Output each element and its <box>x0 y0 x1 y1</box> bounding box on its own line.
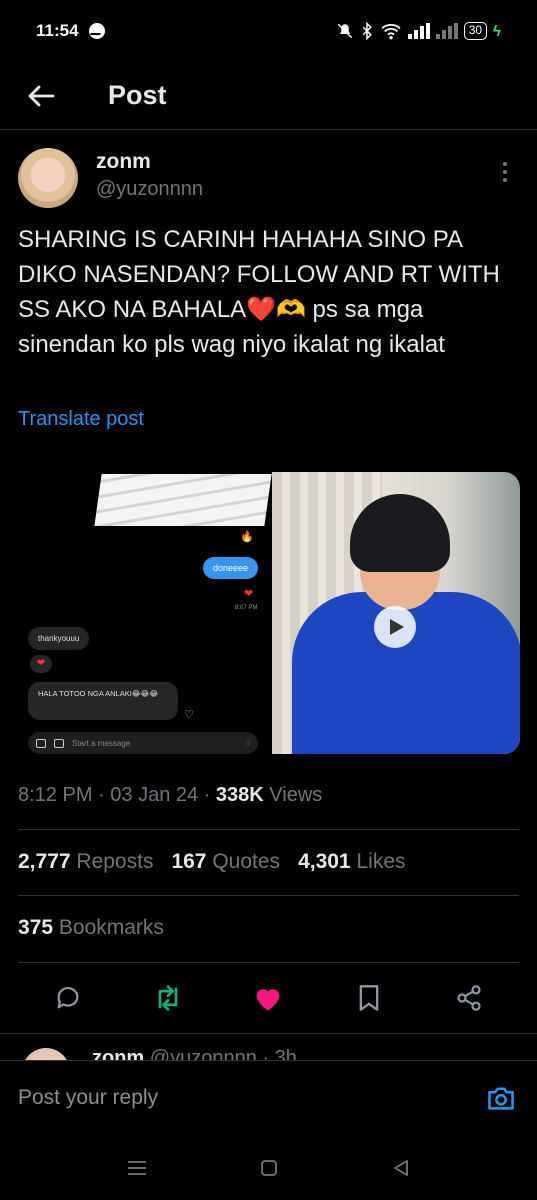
reply-composer: Post your reply <box>0 1060 537 1135</box>
divider <box>18 829 519 830</box>
status-icons: 30 ϟ <box>336 22 501 40</box>
more-icon <box>503 162 507 166</box>
bookmark-button[interactable] <box>349 978 389 1018</box>
status-time: 11:54 <box>36 21 79 40</box>
top-app-bar: Post <box>0 62 537 130</box>
bookmarks-stat[interactable]: 375 Bookmarks <box>18 916 164 940</box>
reply-author-name: zonm <box>92 1047 145 1060</box>
quotes-count: 167 <box>171 850 207 873</box>
like-button[interactable] <box>248 978 288 1018</box>
gif-icon <box>54 738 64 748</box>
chat-bubble-incoming-2: HALA TOTOO NGA ANLAKI😂😂😂 <box>28 682 178 720</box>
page-title: Post <box>108 80 167 110</box>
repost-icon <box>158 985 178 1011</box>
likes-stat[interactable]: 4,301 Likes <box>298 850 405 874</box>
redaction-scribble <box>94 474 272 526</box>
chat-bubble-outgoing: doneeee <box>203 557 259 579</box>
author-display-name[interactable]: zonm <box>96 150 151 174</box>
divider <box>18 895 519 896</box>
fire-emoji: 🔥 <box>240 531 254 543</box>
bookmark-icon <box>359 985 378 1011</box>
image-icon <box>36 738 46 748</box>
post-time: 8:12 PM <box>18 784 93 806</box>
chat-input-placeholder: Start a message <box>72 738 131 748</box>
post-media: 🔥 doneeee ❤ 8:07 PM thankyouuu ❤ HALA TO… <box>18 472 520 754</box>
post-timestamp: 8:12 PM · 03 Jan 24 · 338K Views <box>18 784 323 806</box>
avatar <box>22 1048 70 1060</box>
views-count: 338K <box>215 784 264 806</box>
post-author: zonm @yuzonnnn <box>18 148 518 212</box>
post-text: SHARING IS CARINH HAHAHA SINO PA DIKO NA… <box>18 222 518 362</box>
repost-button[interactable] <box>148 978 188 1018</box>
translate-post-link[interactable]: Translate post <box>18 408 144 431</box>
reply-preview[interactable]: zonm @yuzonnnn · 3h <box>0 1040 537 1060</box>
system-nav-bar <box>0 1135 537 1200</box>
heart-reaction-icon: ❤ <box>244 588 254 600</box>
divider <box>18 962 519 963</box>
heart-hands-emoji: 🫶 <box>276 296 306 323</box>
back-nav-icon[interactable] <box>392 1159 410 1177</box>
chat-screenshot-image[interactable]: 🔥 doneeee ❤ 8:07 PM thankyouuu ❤ HALA TO… <box>18 472 272 754</box>
home-icon[interactable] <box>260 1159 278 1177</box>
bluetooth-icon <box>362 22 372 40</box>
reply-author-handle: @yuzonnnn · 3h <box>149 1047 297 1060</box>
wifi-icon <box>381 24 401 40</box>
signal-icon <box>407 23 430 39</box>
reply-author: zonm @yuzonnnn · 3h <box>92 1047 297 1060</box>
likes-count: 4,301 <box>298 850 351 873</box>
post-date: 03 Jan 24 <box>110 784 199 806</box>
camera-icon <box>488 1087 514 1110</box>
back-arrow-icon <box>28 85 55 106</box>
heart-emoji: ❤️ <box>246 296 276 323</box>
engagement-stats: 2,777 Reposts 167 Quotes 4,301 Likes <box>18 850 406 874</box>
more-options-button[interactable] <box>500 162 510 184</box>
like-icon <box>257 989 280 1011</box>
reposts-label: Reposts <box>76 850 154 873</box>
reply-button[interactable] <box>48 978 88 1018</box>
signal-2-icon <box>435 23 458 39</box>
chat-input-bar: Start a message ⫶⫶ <box>28 732 258 754</box>
divider <box>0 1033 537 1034</box>
play-icon[interactable] <box>374 606 416 648</box>
views-label: Views <box>269 784 323 806</box>
post-actions <box>0 975 537 1021</box>
reply-icon <box>57 986 79 1009</box>
charging-icon: ϟ <box>493 22 501 40</box>
camera-button[interactable] <box>483 1080 519 1116</box>
recent-apps-icon[interactable] <box>127 1159 147 1177</box>
share-icon <box>457 985 481 1011</box>
reply-input[interactable]: Post your reply <box>18 1086 483 1110</box>
reposts-count: 2,777 <box>18 850 71 873</box>
heart-outline-icon: ♡ <box>184 709 194 721</box>
bookmarks-count: 375 <box>18 916 54 939</box>
video-thumbnail[interactable] <box>272 472 520 754</box>
messenger-icon <box>88 23 105 39</box>
back-button[interactable] <box>6 66 76 126</box>
reposts-stat[interactable]: 2,777 Reposts <box>18 850 153 874</box>
status-bar: 11:54 30 ϟ <box>0 0 537 62</box>
likes-label: Likes <box>356 850 406 873</box>
quotes-label: Quotes <box>212 850 281 873</box>
chat-timestamp: 8:07 PM <box>235 605 258 611</box>
avatar[interactable] <box>18 148 78 208</box>
share-button[interactable] <box>449 978 489 1018</box>
voice-icon: ⫶⫶ <box>245 737 250 748</box>
battery-level: 30 <box>463 22 488 40</box>
mute-icon <box>337 23 352 39</box>
quotes-stat[interactable]: 167 Quotes <box>171 850 280 874</box>
bookmarks-label: Bookmarks <box>58 916 164 939</box>
chat-bubble-incoming: thankyouuu <box>28 627 90 650</box>
heart-reaction-icon: ❤ <box>30 655 52 673</box>
author-handle[interactable]: @yuzonnnn <box>96 178 203 201</box>
